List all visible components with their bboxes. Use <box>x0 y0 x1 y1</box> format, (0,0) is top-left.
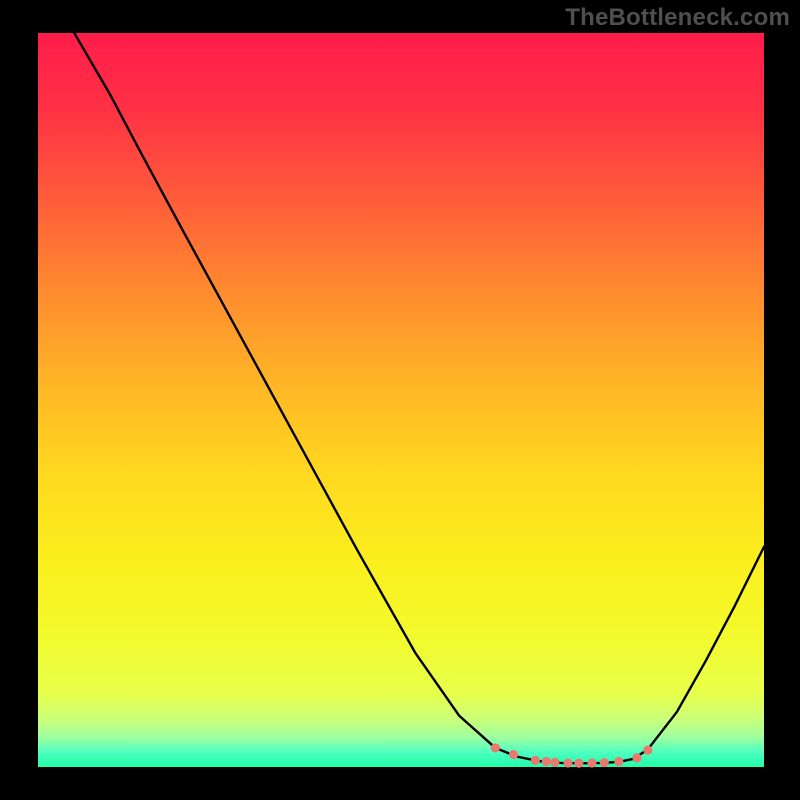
curve-marker <box>574 759 583 768</box>
curve-marker <box>550 758 559 767</box>
curve-marker <box>587 758 596 767</box>
chart-frame: TheBottleneck.com <box>0 0 800 800</box>
curve-marker <box>563 758 572 767</box>
curve-marker <box>542 757 551 766</box>
curve-marker <box>632 753 641 762</box>
curve-marker <box>614 757 623 766</box>
attribution-label: TheBottleneck.com <box>565 4 790 32</box>
curve-marker <box>600 758 609 767</box>
curve-marker <box>643 746 652 755</box>
curve-marker <box>491 743 500 752</box>
plot-background <box>38 33 764 767</box>
curve-marker <box>509 750 518 759</box>
curve-marker <box>531 756 540 765</box>
bottleneck-chart <box>0 0 800 800</box>
